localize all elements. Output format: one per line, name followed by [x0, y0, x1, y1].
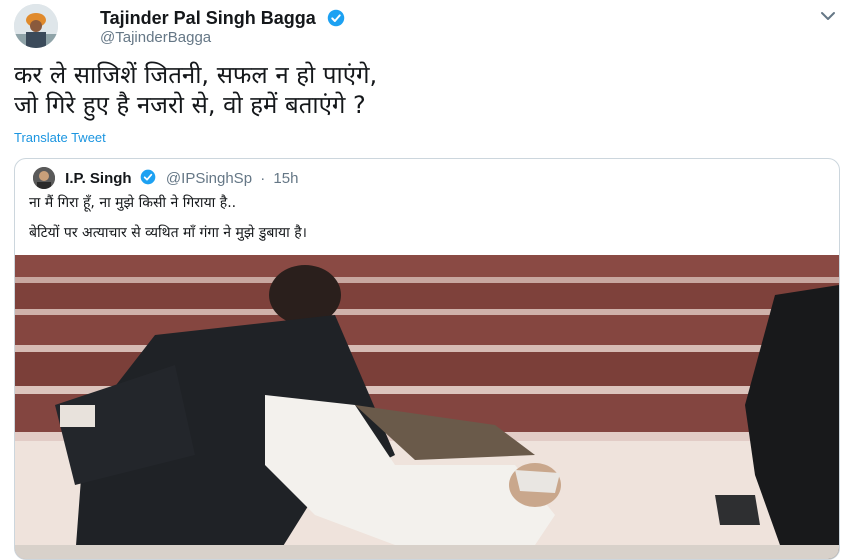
avatar-image — [14, 4, 58, 48]
tweet-text-line-1: कर ले साजिशें जितनी, सफल न हो पाएंगे, — [14, 61, 378, 89]
quoted-tweet-card[interactable]: I.P. Singh @IPSinghSp · 15h ना मैं गिरा … — [14, 158, 840, 560]
quoted-tweet-time[interactable]: 15h — [273, 170, 298, 187]
quoted-tweet-header: I.P. Singh @IPSinghSp · 15h — [33, 167, 298, 189]
author-name-row[interactable]: Tajinder Pal Singh Bagga — [100, 8, 345, 29]
author-avatar[interactable] — [14, 4, 58, 48]
quoted-author-name[interactable]: I.P. Singh — [65, 170, 131, 187]
translate-tweet-link[interactable]: Translate Tweet — [14, 130, 106, 145]
tweet-text-line-2: जो गिरे हुए है नजरो से, वो हमें बताएंगे … — [14, 91, 366, 119]
quoted-avatar-image — [33, 167, 55, 189]
quoted-tweet-line-2: बेटियों पर अत्याचार से व्यथित माँ गंगा न… — [29, 225, 307, 241]
chevron-down-icon[interactable] — [818, 6, 838, 26]
quoted-author-handle[interactable]: @IPSinghSp — [166, 170, 252, 187]
meta-separator: · — [260, 170, 266, 187]
quoted-tweet-video[interactable] — [15, 255, 839, 559]
verified-badge-icon — [140, 169, 156, 185]
quoted-tweet-line-1: ना मैं गिरा हूँ, ना मुझे किसी ने गिराया … — [29, 195, 237, 211]
author-name[interactable]: Tajinder Pal Singh Bagga — [100, 8, 316, 28]
verified-badge-icon — [327, 9, 344, 27]
quoted-author-avatar[interactable] — [33, 167, 55, 189]
video-frame-image — [15, 255, 839, 559]
tweet-text: कर ले साजिशें जितनी, सफल न हो पाएंगे, जो… — [14, 60, 814, 120]
author-handle[interactable]: @TajinderBagga — [100, 29, 211, 46]
